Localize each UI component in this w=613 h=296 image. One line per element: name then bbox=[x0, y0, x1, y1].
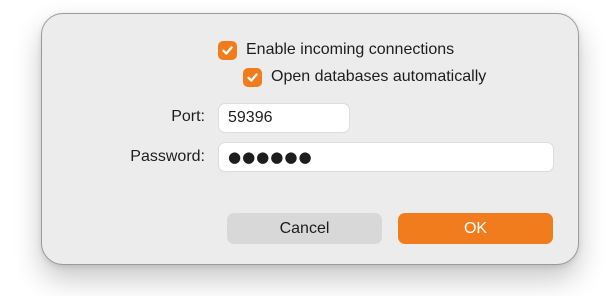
enable-incoming-connections-option[interactable]: Enable incoming connections bbox=[218, 40, 454, 60]
password-field[interactable]: ●●●●●● bbox=[218, 142, 554, 172]
enable-incoming-connections-checkbox[interactable] bbox=[218, 40, 237, 60]
checkmark-icon bbox=[222, 45, 233, 55]
open-databases-automatically-label: Open databases automatically bbox=[271, 68, 487, 85]
password-masked-value: ●●●●●● bbox=[228, 148, 313, 166]
ok-button[interactable]: OK bbox=[398, 213, 553, 244]
port-field[interactable]: 59396 bbox=[218, 103, 350, 133]
password-label: Password: bbox=[130, 148, 205, 165]
checkmark-icon bbox=[247, 72, 258, 82]
cancel-button[interactable]: Cancel bbox=[227, 213, 382, 244]
open-databases-automatically-checkbox[interactable] bbox=[243, 67, 262, 87]
open-databases-automatically-option[interactable]: Open databases automatically bbox=[243, 67, 486, 87]
port-value: 59396 bbox=[228, 109, 273, 126]
connection-settings-dialog: Enable incoming connections Open databas… bbox=[41, 13, 579, 265]
enable-incoming-connections-label: Enable incoming connections bbox=[246, 41, 455, 58]
port-label: Port: bbox=[171, 108, 205, 125]
